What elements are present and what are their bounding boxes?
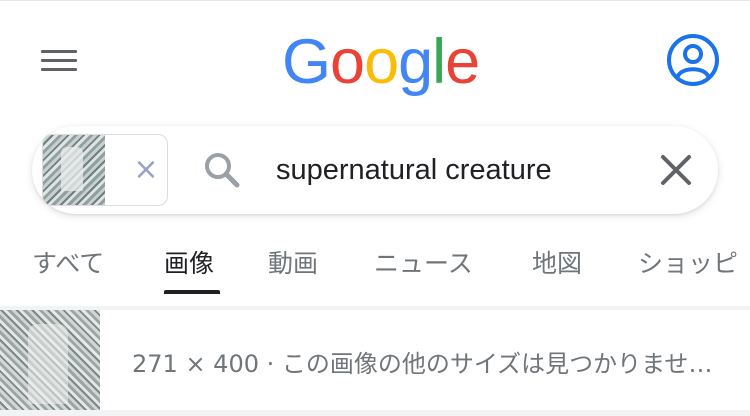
google-logo[interactable]: Google (282, 26, 480, 98)
search-tabs: すべて 画像 動画 ニュース 地図 ショッピ (0, 238, 750, 298)
hamburger-menu-icon[interactable] (38, 46, 82, 76)
tab-shopping[interactable]: ショッピ (638, 244, 738, 284)
search-image-thumbnail (43, 135, 105, 205)
active-tab-indicator (164, 290, 220, 294)
menu-bar (41, 50, 77, 53)
search-input[interactable] (276, 150, 636, 190)
top-divider (0, 0, 750, 1)
account-circle-icon[interactable] (666, 33, 720, 87)
remove-image-button[interactable]: × (133, 153, 159, 187)
logo-letter: g (398, 27, 433, 97)
tab-videos[interactable]: 動画 (268, 244, 318, 284)
logo-letter: l (432, 27, 446, 97)
tab-all[interactable]: すべて (32, 244, 104, 284)
close-icon[interactable] (658, 152, 694, 188)
tab-maps[interactable]: 地図 (532, 244, 582, 284)
logo-letter: o (330, 27, 365, 97)
tab-news[interactable]: ニュース (374, 244, 473, 284)
logo-letter: o (364, 27, 399, 97)
menu-bar (41, 68, 77, 71)
account-circle-icon-graphic (667, 34, 719, 86)
bottom-divider (0, 410, 750, 416)
search-icon-graphic (205, 153, 240, 188)
image-info-row[interactable]: 271 × 400 · この画像の他のサイズは見つかりませんでした (0, 310, 750, 416)
result-image-thumbnail[interactable] (0, 310, 100, 412)
logo-letter: G (282, 27, 331, 97)
search-image-chip[interactable]: × (42, 134, 168, 206)
image-size-info: 271 × 400 · この画像の他のサイズは見つかりませんでした (132, 350, 732, 378)
search-icon[interactable] (202, 150, 242, 190)
logo-letter: e (445, 27, 480, 97)
menu-bar (41, 59, 77, 62)
close-icon-graphic (661, 155, 691, 185)
search-box[interactable]: × (32, 126, 718, 214)
tab-images[interactable]: 画像 (164, 244, 214, 284)
